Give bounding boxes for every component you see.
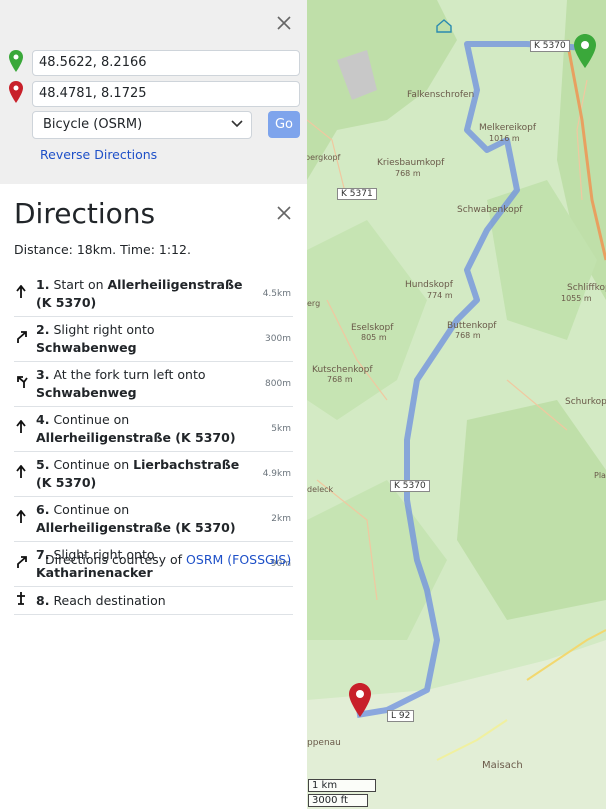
- map-place-label: Buttenkopf: [447, 321, 497, 331]
- direction-step[interactable]: 5. Continue on Lierbachstraße (K 5370) 4.…: [14, 451, 293, 497]
- fork-left-icon: [16, 375, 28, 392]
- direction-step[interactable]: 2. Slight right onto Schwabenweg 300m: [14, 316, 293, 362]
- step-road: Allerheiligenstraße (K 5370): [36, 520, 236, 535]
- step-road: Schwabenweg: [36, 385, 137, 400]
- map-place-label: Maisach: [482, 760, 523, 771]
- direction-step[interactable]: 1. Start on Allerheiligenstraße (K 5370)…: [14, 272, 293, 317]
- map-place-label: Plank: [594, 471, 606, 480]
- road-tag-k5370: K 5370: [530, 40, 570, 52]
- map-place-label: Falkenschrofen: [407, 90, 474, 100]
- step-instruction: 4. Continue on Allerheiligenstraße (K 53…: [36, 406, 255, 452]
- scale-km: 1 km: [308, 779, 376, 792]
- go-button[interactable]: Go: [268, 111, 300, 138]
- slight-right-icon: [16, 330, 28, 347]
- step-distance: 800m: [255, 361, 293, 407]
- step-distance: [255, 586, 293, 615]
- step-instruction: 6. Continue on Allerheiligenstraße (K 53…: [36, 496, 255, 542]
- step-number: 6.: [36, 502, 50, 517]
- step-number: 3.: [36, 367, 50, 382]
- road-tag-l92: L 92: [387, 710, 415, 722]
- road-tag-k5371: K 5371: [337, 188, 377, 200]
- map-place-label: 768 m: [327, 375, 353, 384]
- road-tag-k5370-lower: K 5370: [390, 480, 430, 492]
- courtesy-text: Directions courtesy of OSRM (FOSSGIS): [45, 552, 292, 567]
- step-distance: 4.9km: [255, 451, 293, 497]
- step-text: Continue on: [53, 412, 130, 427]
- map-place-label: Schurkopf: [565, 397, 606, 407]
- start-marker-icon: [9, 50, 23, 72]
- map-place-label: Kutschenkopf: [312, 365, 373, 375]
- close-search-icon[interactable]: [274, 13, 294, 33]
- from-input[interactable]: 48.5622, 8.2166: [32, 50, 300, 76]
- map-place-label: Kriesbaumkopf: [377, 158, 445, 168]
- straight-icon: [16, 509, 26, 527]
- step-road: Schwabenweg: [36, 340, 137, 355]
- map-place-label: bergkopf: [307, 153, 341, 162]
- map-place-label: Eselskopf: [351, 323, 394, 333]
- reverse-directions-link[interactable]: Reverse Directions: [40, 147, 157, 162]
- osrm-link[interactable]: OSRM (FOSSGIS): [186, 552, 291, 567]
- direction-step[interactable]: 4. Continue on Allerheiligenstraße (K 53…: [14, 406, 293, 452]
- map-place-label: Hundskopf: [405, 280, 454, 290]
- step-road: Katharinenacker: [36, 565, 153, 580]
- straight-icon: [16, 464, 26, 482]
- map-place-label: 1016 m: [489, 134, 520, 143]
- map-place-label: 805 m: [361, 333, 387, 342]
- step-distance: 4.5km: [255, 272, 293, 317]
- direction-step[interactable]: 3. At the fork turn left onto Schwabenwe…: [14, 361, 293, 407]
- sidebar: 48.5622, 8.2166 48.4781, 8.1725 Bicycle …: [0, 0, 307, 809]
- map-place-label: 1055 m: [561, 294, 592, 303]
- map-place-label: Melkereikopf: [479, 123, 537, 133]
- step-number: 1.: [36, 277, 50, 292]
- straight-icon: [16, 284, 26, 302]
- step-instruction: 5. Continue on Lierbachstraße (K 5370): [36, 451, 255, 497]
- map-place-label: 768 m: [395, 169, 421, 178]
- directions-title: Directions: [14, 197, 156, 230]
- map-place-label: erg: [307, 299, 320, 308]
- route-summary: Distance: 18km. Time: 1:12.: [14, 242, 191, 257]
- step-text: Start on: [53, 277, 108, 292]
- step-instruction: 3. At the fork turn left onto Schwabenwe…: [36, 361, 255, 407]
- step-number: 8.: [36, 592, 50, 608]
- direction-step[interactable]: 8. Reach destination: [14, 586, 293, 615]
- map-place-label: deleck: [307, 485, 334, 494]
- scale-ft: 3000 ft: [308, 794, 368, 807]
- map-place-label: 768 m: [455, 331, 481, 340]
- step-distance: 5km: [255, 406, 293, 452]
- step-text: Continue on: [53, 457, 134, 472]
- step-text: Reach destination: [53, 592, 166, 608]
- step-text: At the fork turn left onto: [53, 367, 206, 382]
- direction-step[interactable]: 6. Continue on Allerheiligenstraße (K 53…: [14, 496, 293, 542]
- step-text: Continue on: [53, 502, 130, 517]
- map-place-label: Schwabenkopf: [457, 205, 523, 215]
- chevron-down-icon: [231, 120, 243, 128]
- step-distance: 2km: [255, 496, 293, 542]
- map-place-label: ppenau: [307, 738, 341, 748]
- step-text: Slight right onto: [53, 322, 155, 337]
- destination-icon: [16, 592, 26, 608]
- step-instruction: 1. Start on Allerheiligenstraße (K 5370): [36, 272, 255, 317]
- to-input[interactable]: 48.4781, 8.1725: [32, 81, 300, 107]
- directions-search-panel: 48.5622, 8.2166 48.4781, 8.1725 Bicycle …: [0, 0, 307, 184]
- routing-engine-value: Bicycle (OSRM): [43, 117, 143, 132]
- end-marker-icon: [9, 81, 23, 103]
- step-number: 4.: [36, 412, 50, 427]
- step-number: 2.: [36, 322, 50, 337]
- map-place-label: 774 m: [427, 291, 453, 300]
- map-place-label: Schliffkopf: [567, 283, 606, 293]
- routing-engine-select[interactable]: Bicycle (OSRM): [32, 111, 252, 139]
- map[interactable]: Falkenschrofen Melkereikopf 1016 m Kriesbau…: [307, 0, 606, 809]
- step-instruction: 2. Slight right onto Schwabenweg: [36, 316, 255, 362]
- straight-icon: [16, 419, 26, 437]
- step-road: Allerheiligenstraße (K 5370): [36, 430, 236, 445]
- step-distance: 300m: [255, 316, 293, 362]
- step-instruction: 8. Reach destination: [36, 586, 255, 615]
- step-number: 5.: [36, 457, 50, 472]
- slight-right-icon: [16, 555, 28, 572]
- close-directions-icon[interactable]: [274, 203, 294, 223]
- map-labels: Falkenschrofen Melkereikopf1016 m Kriesbau…: [307, 90, 606, 771]
